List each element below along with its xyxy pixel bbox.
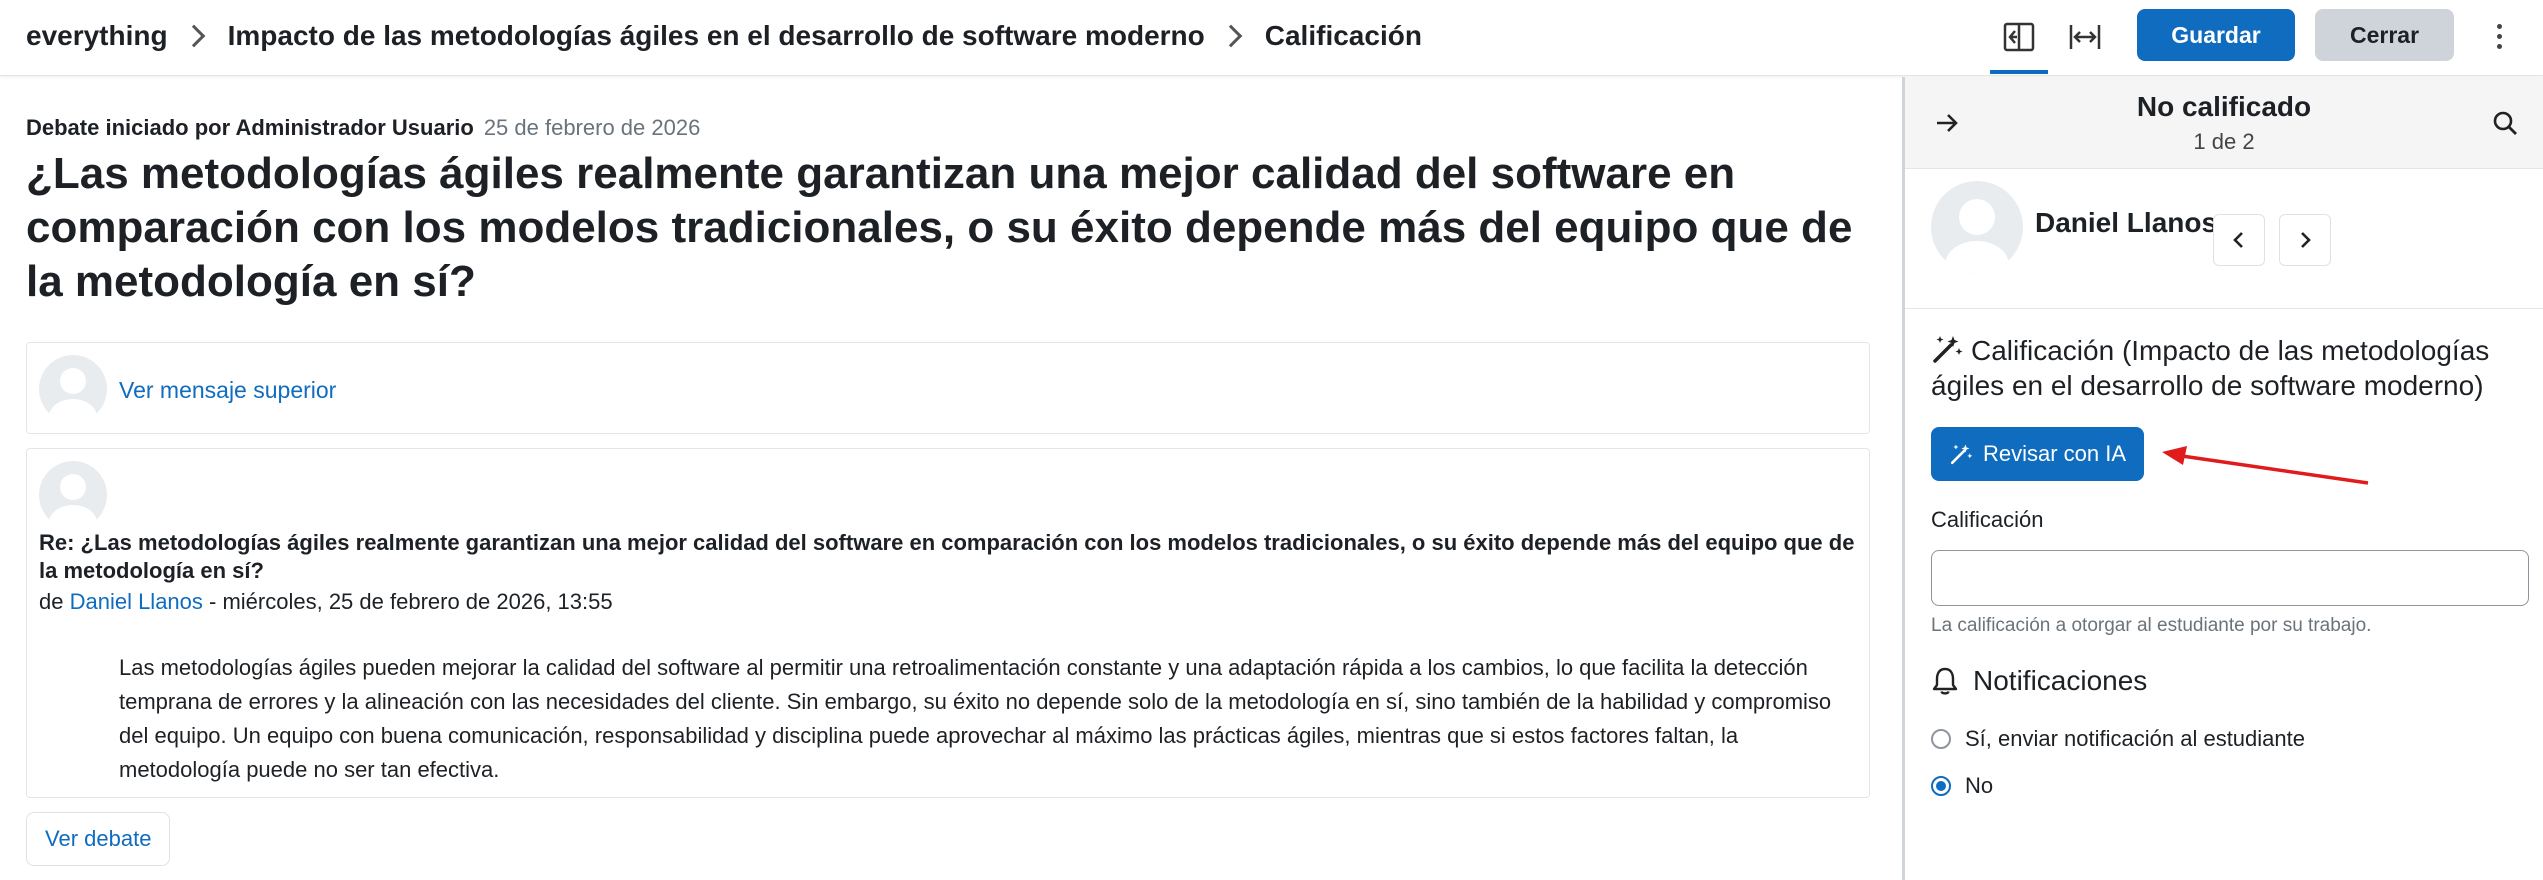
grading-status: No calificado — [2136, 91, 2312, 122]
top-bar: everything Impacto de las metodologías á… — [0, 0, 2543, 76]
magic-wand-icon — [1933, 336, 1963, 363]
chevron-right-icon — [2301, 232, 2311, 248]
ai-review-label: Revisar con IA — [1983, 441, 2127, 466]
post-subject: Re: ¿Las metodologías ágiles realmente g… — [39, 530, 1855, 583]
breadcrumb-activity[interactable]: Impacto de las metodologías ágiles en el… — [228, 20, 1205, 52]
parent-post-box: Ver mensaje superior — [26, 342, 1870, 434]
notifications-heading: Notificaciones — [1931, 665, 2147, 697]
user-placeholder-icon — [1945, 199, 2009, 273]
kebab-dot — [2496, 23, 2502, 29]
search-user-button[interactable] — [2485, 103, 2525, 143]
ai-review-button[interactable]: Revisar con IA — [1931, 427, 2145, 481]
grade-field-label: Calificación — [1931, 507, 2044, 532]
more-options-button[interactable] — [2484, 16, 2514, 56]
grade-heading-text: Calificación (Impacto de las metodología… — [1931, 335, 2490, 401]
view-parent-link[interactable]: Ver mensaje superior — [119, 377, 336, 404]
started-by: Debate iniciado por Administrador Usuari… — [26, 115, 474, 140]
expand-horizontal-icon — [2069, 25, 2101, 49]
grade-heading: Calificación (Impacto de las metodología… — [1931, 333, 2531, 403]
user-placeholder-icon — [49, 474, 97, 529]
chevron-right-icon — [182, 24, 205, 48]
post-body: Las metodologías ágiles pueden mejorar l… — [119, 655, 1832, 782]
notify-no-option[interactable]: No — [1931, 773, 1993, 799]
magic-wand-icon — [1950, 444, 1973, 465]
post-meta: de Daniel Llanos - miércoles, 25 de febr… — [39, 589, 613, 615]
post-author-link[interactable]: Daniel Llanos — [70, 589, 203, 614]
user-placeholder-icon — [49, 368, 97, 423]
started-date: 25 de febrero de 2026 — [483, 115, 701, 140]
kebab-dot — [2496, 43, 2502, 49]
bell-icon — [1932, 667, 1958, 695]
expand-view-button[interactable] — [2060, 14, 2110, 60]
selected-user-name: Daniel Llanos — [2035, 207, 2218, 238]
grade-help-text: La calificación a otorgar al estudiante … — [1931, 615, 2372, 636]
breadcrumb: everything Impacto de las metodologías á… — [26, 0, 1422, 72]
chevron-left-icon — [2233, 232, 2243, 248]
notify-yes-radio[interactable] — [1931, 729, 1951, 749]
user-count: 1 de 2 — [2193, 129, 2255, 154]
next-user-button[interactable] — [2279, 214, 2331, 266]
grade-input[interactable] — [1931, 550, 2529, 606]
notifications-heading-text: Notificaciones — [1973, 665, 2148, 696]
discussion-started-info: Debate iniciado por Administrador Usuari… — [26, 115, 700, 141]
avatar — [39, 461, 107, 529]
post-date: - miércoles, 25 de febrero de 2026, 13:5… — [202, 589, 613, 614]
discussion-view: Debate iniciado por Administrador Usuari… — [0, 77, 1902, 880]
avatar — [1931, 181, 2023, 273]
collapse-panel-button[interactable] — [1990, 14, 2048, 74]
notify-no-label: No — [1965, 773, 1994, 798]
chevron-right-icon — [1219, 24, 1243, 48]
view-discussion-button[interactable]: Ver debate — [26, 812, 171, 866]
grading-panel-header: No calificado 1 de 2 — [1905, 77, 2543, 169]
kebab-dot — [2496, 33, 2502, 39]
avatar — [39, 355, 107, 423]
annotation-arrow — [2162, 446, 2369, 485]
breadcrumb-course[interactable]: everything — [26, 20, 168, 52]
post-box: Re: ¿Las metodologías ágiles realmente g… — [26, 448, 1870, 798]
previous-user-button[interactable] — [2213, 214, 2265, 266]
panel-collapse-icon — [2003, 22, 2035, 52]
save-button[interactable]: Guardar — [2137, 9, 2295, 61]
notify-yes-option[interactable]: Sí, enviar notificación al estudiante — [1931, 726, 2305, 752]
search-icon — [2493, 111, 2517, 135]
notify-no-radio[interactable] — [1931, 776, 1951, 796]
close-button[interactable]: Cerrar — [2315, 9, 2454, 61]
post-by-prefix: de — [39, 589, 70, 614]
discussion-title: ¿Las metodologías ágiles realmente garan… — [26, 149, 1853, 306]
breadcrumb-current: Calificación — [1264, 20, 1422, 51]
notify-yes-label: Sí, enviar notificación al estudiante — [1965, 726, 2305, 751]
